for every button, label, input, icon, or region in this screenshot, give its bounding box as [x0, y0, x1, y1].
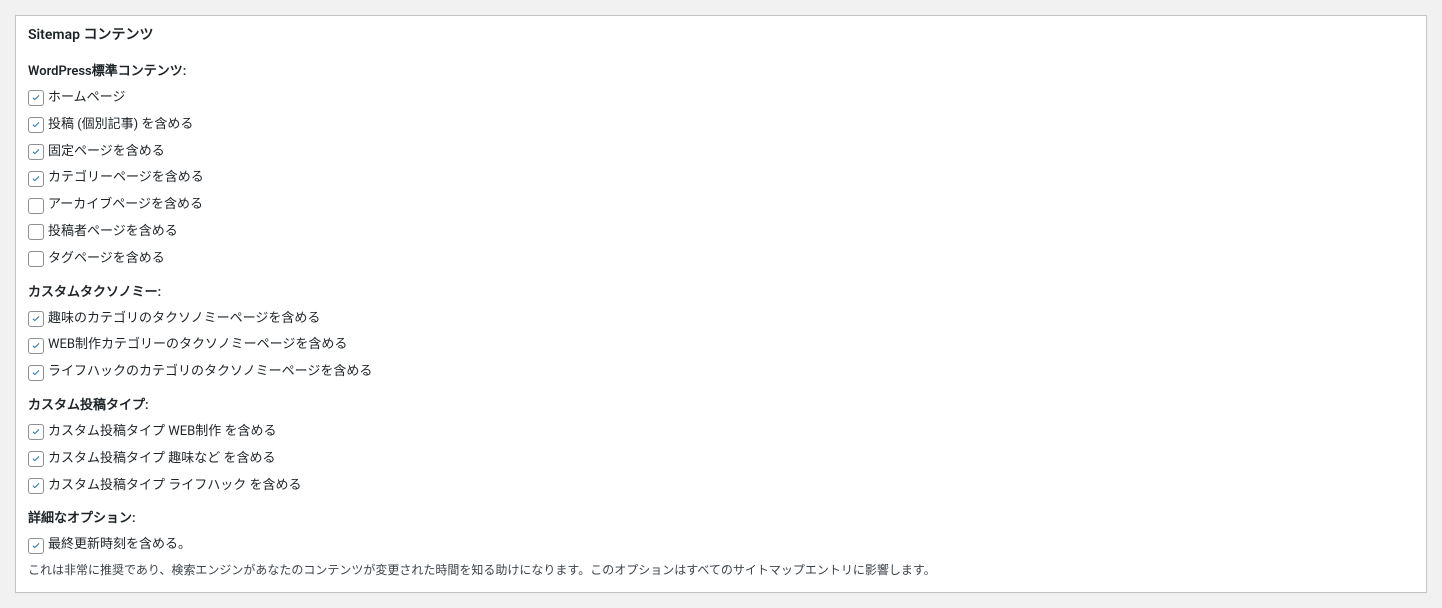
checkbox-tax-lifehack[interactable] [28, 365, 44, 381]
option-row: カスタム投稿タイプ 趣味など を含める [28, 446, 1414, 473]
checkbox-cpt-hobby[interactable] [28, 451, 44, 467]
option-label[interactable]: タグページを含める [48, 249, 165, 270]
option-label[interactable]: ライフハックのカテゴリのタクソノミーページを含める [48, 362, 372, 383]
checkbox-tags[interactable] [28, 251, 44, 267]
option-label[interactable]: カテゴリーページを含める [48, 168, 204, 189]
option-row: WEB制作カテゴリーのタクソノミーページを含める [28, 332, 1414, 359]
checkbox-tax-web[interactable] [28, 338, 44, 354]
options-list: ホームページ投稿 (個別記事) を含める固定ページを含めるカテゴリーページを含め… [28, 85, 1414, 273]
options-list: 最終更新時刻を含める。 [28, 532, 1414, 559]
checkbox-posts[interactable] [28, 117, 44, 133]
group-heading: 詳細なオプション: [28, 507, 1414, 526]
option-row: ライフハックのカテゴリのタクソノミーページを含める [28, 359, 1414, 386]
group-heading: WordPress標準コンテンツ: [28, 60, 1414, 79]
checkbox-tax-hobby[interactable] [28, 311, 44, 327]
option-row: ホームページ [28, 85, 1414, 112]
options-list: 趣味のカテゴリのタクソノミーページを含める WEB制作カテゴリーのタクソノミーペー… [28, 306, 1414, 386]
checkbox-cpt-web[interactable] [28, 424, 44, 440]
option-row: カテゴリーページを含める [28, 165, 1414, 192]
option-row: 最終更新時刻を含める。 [28, 532, 1414, 559]
option-label[interactable]: カスタム投稿タイプ ライフハック を含める [48, 476, 301, 497]
option-label[interactable]: 最終更新時刻を含める。 [48, 535, 191, 556]
option-row: 投稿者ページを含める [28, 219, 1414, 246]
panel-body: WordPress標準コンテンツ: ホームページ投稿 (個別記事) を含める固定ペ… [16, 60, 1426, 592]
checkbox-homepage[interactable] [28, 90, 44, 106]
option-label[interactable]: 固定ページを含める [48, 142, 165, 163]
option-label[interactable]: ホームページ [48, 88, 125, 109]
checkbox-cpt-lifehack[interactable] [28, 478, 44, 494]
option-label[interactable]: 投稿 (個別記事) を含める [48, 115, 193, 136]
option-label[interactable]: カスタム投稿タイプ WEB制作 を含める [48, 422, 276, 443]
checkbox-lastmod[interactable] [28, 538, 44, 554]
option-label[interactable]: WEB制作カテゴリーのタクソノミーページを含める [48, 335, 347, 356]
option-label[interactable]: アーカイブページを含める [48, 195, 203, 216]
panel-title: Sitemap コンテンツ [16, 16, 1426, 52]
checkbox-authors[interactable] [28, 224, 44, 240]
option-row: カスタム投稿タイプ WEB制作 を含める [28, 419, 1414, 446]
option-row: カスタム投稿タイプ ライフハック を含める [28, 473, 1414, 500]
group-heading: カスタム投稿タイプ: [28, 394, 1414, 413]
option-row: 趣味のカテゴリのタクソノミーページを含める [28, 306, 1414, 333]
checkbox-pages[interactable] [28, 144, 44, 160]
option-description: これは非常に推奨であり、検索エンジンがあなたのコンテンツが変更された時間を知る助… [28, 561, 1414, 580]
option-row: 投稿 (個別記事) を含める [28, 112, 1414, 139]
option-row: タグページを含める [28, 246, 1414, 273]
options-list: カスタム投稿タイプ WEB制作 を含めるカスタム投稿タイプ 趣味など を含めるカ… [28, 419, 1414, 499]
option-label[interactable]: 投稿者ページを含める [48, 222, 178, 243]
option-label[interactable]: カスタム投稿タイプ 趣味など を含める [48, 449, 275, 470]
checkbox-categories[interactable] [28, 171, 44, 187]
option-row: アーカイブページを含める [28, 192, 1414, 219]
option-label[interactable]: 趣味のカテゴリのタクソノミーページを含める [48, 309, 320, 330]
checkbox-archives[interactable] [28, 198, 44, 214]
option-row: 固定ページを含める [28, 139, 1414, 166]
group-heading: カスタムタクソノミー: [28, 281, 1414, 300]
sitemap-content-panel: Sitemap コンテンツ WordPress標準コンテンツ: ホームページ投稿 … [15, 15, 1427, 593]
